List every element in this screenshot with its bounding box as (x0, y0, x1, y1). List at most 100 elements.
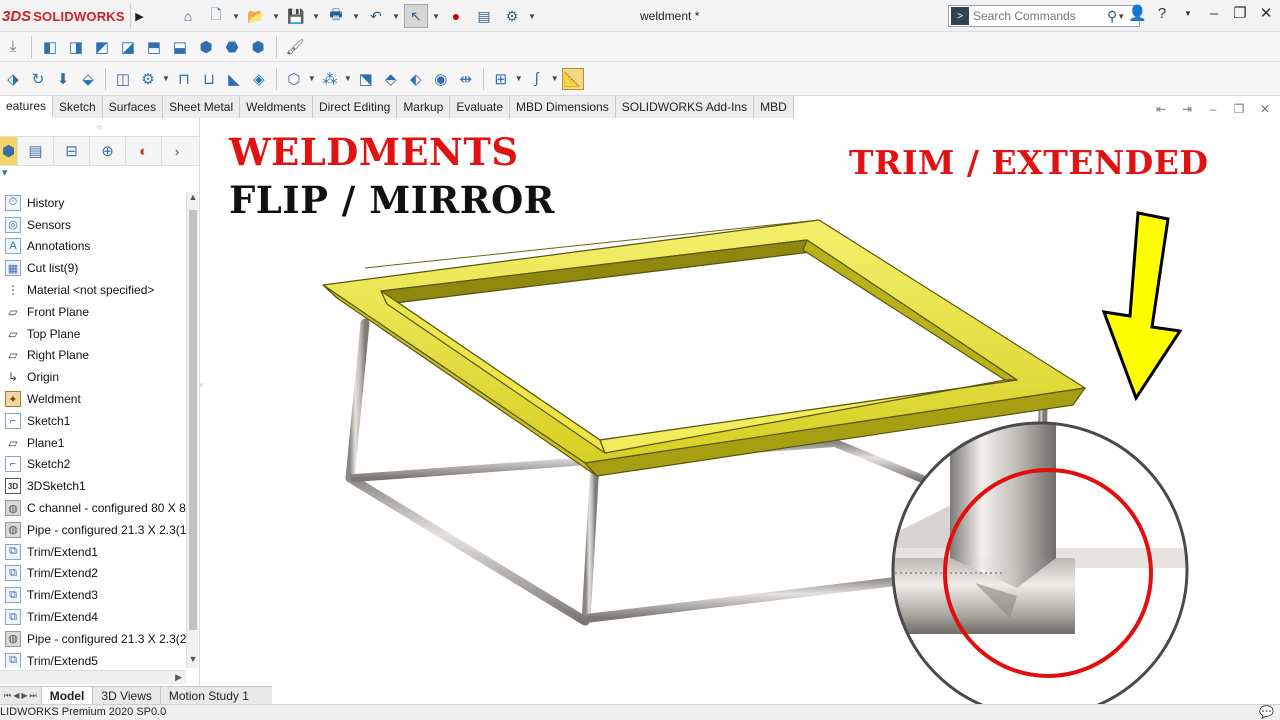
split-line-icon[interactable]: ∫ (526, 68, 548, 90)
measure-ruler-icon[interactable]: 📐 (561, 67, 584, 90)
move-face-icon[interactable]: ⊞ (490, 68, 512, 90)
weld-bead-icon[interactable]: ⬘ (380, 68, 402, 90)
help-icon[interactable]: ? (1154, 5, 1170, 22)
last-tab-arrow-icon[interactable]: ⏭ (30, 691, 37, 701)
feature-tree-item[interactable]: ◎ Sensors (0, 214, 186, 236)
graphics-area[interactable]: WELDMENTS FLIP / MIRROR TRIM / EXTENDED (205, 118, 1280, 704)
open-dropdown-arrow-icon[interactable]: ▼ (272, 12, 280, 21)
restore-icon[interactable]: ❐ (1232, 4, 1248, 22)
status-chat-icon[interactable]: 💬 (1259, 705, 1274, 719)
scroll-right-arrow-icon[interactable]: ▶ (175, 672, 182, 683)
viewport-tile-right-icon[interactable]: ⇥ (1180, 102, 1194, 116)
instant3d-icon[interactable]: ⬔ (355, 68, 377, 90)
feature-tree-item[interactable]: ↳ Origin (0, 366, 186, 388)
curves-icon[interactable]: ⁂ (319, 68, 341, 90)
display-manager-tab-icon[interactable]: ◐ (126, 137, 162, 165)
panel-tabs-next-arrow-icon[interactable]: › (162, 137, 192, 165)
close-icon[interactable]: ✕ (1258, 4, 1274, 22)
feature-tree-item[interactable]: ◍ Pipe - configured 21.3 X 2.3(1) (0, 519, 186, 541)
help-dropdown-arrow-icon[interactable]: ▼ (1180, 9, 1196, 18)
curves-dropdown-arrow-icon[interactable]: ▼ (344, 74, 352, 83)
property-manager-tab-icon[interactable]: ▤ (18, 137, 54, 165)
dimetric-cube-icon[interactable]: ⬢ (247, 36, 269, 58)
save-dropdown-arrow-icon[interactable]: ▼ (312, 12, 320, 21)
view-top-cube-icon[interactable]: ⬒ (143, 36, 165, 58)
gusset-icon[interactable]: ◣ (223, 68, 245, 90)
feature-tree-item[interactable]: ⋮ Material <not specified> (0, 279, 186, 301)
tab-solidworks-add-ins[interactable]: SOLIDWORKS Add-Ins (615, 96, 755, 118)
feature-tree-item[interactable]: ⧉ Trim/Extend5 (0, 650, 186, 668)
extrude-icon[interactable]: ⬗ (2, 68, 24, 90)
home-icon[interactable]: ⌂ (176, 4, 200, 28)
print-icon[interactable]: 🖶 (324, 4, 348, 28)
scrollbar-thumb[interactable] (189, 210, 197, 630)
open-folder-icon[interactable]: 📂 (244, 4, 268, 28)
scroll-down-arrow-icon[interactable]: ▼ (187, 654, 199, 668)
pattern-dropdown-arrow-icon[interactable]: ▼ (162, 74, 170, 83)
feature-tree-item[interactable]: ⏱ History (0, 192, 186, 214)
minimize-icon[interactable]: – (1206, 5, 1222, 22)
view-back-cube-icon[interactable]: ◨ (65, 36, 87, 58)
tab-sketch[interactable]: Sketch (53, 96, 103, 118)
new-dropdown-arrow-icon[interactable]: ▼ (232, 12, 240, 21)
feature-tree-item[interactable]: ▱ Right Plane (0, 345, 186, 367)
pattern-icon[interactable]: ⚙ (137, 68, 159, 90)
tab-features[interactable]: eatures (0, 96, 54, 118)
filter-icon[interactable]: ▾ (0, 166, 199, 184)
feature-tree-item[interactable]: ▱ Plane1 (0, 432, 186, 454)
feature-tree-horizontal-scrollbar[interactable]: ▶ (0, 670, 186, 684)
feature-tree-item[interactable]: ▦ Cut list(9) (0, 257, 186, 279)
view-left-cube-icon[interactable]: ◩ (91, 36, 113, 58)
undo-dropdown-arrow-icon[interactable]: ▼ (392, 12, 400, 21)
new-document-icon[interactable]: 🗋 (204, 4, 228, 28)
tab-markup[interactable]: Markup (397, 96, 451, 118)
view-right-cube-icon[interactable]: ◪ (117, 36, 139, 58)
print-dropdown-arrow-icon[interactable]: ▼ (352, 12, 360, 21)
prev-tab-arrow-icon[interactable]: ◀ (13, 691, 19, 700)
undo-icon[interactable]: ↶ (364, 4, 388, 28)
feature-tree-item[interactable]: ⧉ Trim/Extend1 (0, 541, 186, 563)
reference-geometry-icon[interactable]: ⬡ (283, 68, 305, 90)
tab-sheet-metal[interactable]: Sheet Metal (163, 96, 241, 118)
feature-tree-item[interactable]: ◍ Pipe - configured 21.3 X 2.3(2) (0, 628, 186, 650)
viewport-restore-icon[interactable]: ❐ (1232, 102, 1246, 116)
file-properties-icon[interactable]: ▤ (472, 4, 496, 28)
anchor-arrow-icon[interactable]: ⤓ (2, 36, 24, 58)
sweep-icon[interactable]: ⬇ (52, 68, 74, 90)
tab-mbd-dimensions[interactable]: MBD Dimensions (510, 96, 616, 118)
feature-tree-item[interactable]: ⌐ Sketch2 (0, 454, 186, 476)
tab-evaluate[interactable]: Evaluate (450, 96, 511, 118)
end-cap-icon[interactable]: ◈ (248, 68, 270, 90)
tab-direct-editing[interactable]: Direct Editing (312, 96, 398, 118)
fillet-icon[interactable]: ◫ (112, 68, 134, 90)
reference-dropdown-arrow-icon[interactable]: ▼ (308, 74, 316, 83)
trim-extend-tool-icon[interactable]: ⊔ (198, 68, 220, 90)
tab-mbd[interactable]: MBD (754, 96, 794, 118)
save-icon[interactable]: 💾 (284, 4, 308, 28)
view-bottom-cube-icon[interactable]: ⬓ (169, 36, 191, 58)
mirror-icon[interactable]: ⇹ (455, 68, 477, 90)
viewport-minimize-icon[interactable]: – (1206, 102, 1220, 116)
feature-manager-tab-icon[interactable]: ⬢ (0, 137, 18, 165)
tab-surfaces[interactable]: Surfaces (102, 96, 164, 118)
configuration-manager-tab-icon[interactable]: ⊟ (54, 137, 90, 165)
cut-with-surface-icon[interactable]: ⬖ (405, 68, 427, 90)
options-dropdown-arrow-icon[interactable]: ▼ (528, 12, 536, 21)
tab-navigation-arrows[interactable]: ⏮ ◀ ▶ ⏭ (0, 687, 41, 704)
loft-icon[interactable]: ⬙ (77, 68, 99, 90)
feature-tree-item[interactable]: ▱ Top Plane (0, 323, 186, 345)
tab-motion-study-1[interactable]: Motion Study 1 (159, 687, 257, 704)
search-input[interactable] (973, 9, 1103, 23)
rebuild-traffic-light-icon[interactable]: ● (444, 4, 468, 28)
solidworks-logo[interactable]: 3DS SOLIDWORKS (0, 4, 128, 28)
structural-member-icon[interactable]: ⊓ (173, 68, 195, 90)
feature-tree-item[interactable]: ◍ C channel - configured 80 X 8(1) (0, 497, 186, 519)
trimetric-cube-icon[interactable]: ⬣ (221, 36, 243, 58)
feature-tree-item[interactable]: ⧉ Trim/Extend2 (0, 563, 186, 585)
user-account-icon[interactable]: 👤 (1128, 4, 1147, 22)
revolve-icon[interactable]: ↻ (27, 68, 49, 90)
scroll-up-arrow-icon[interactable]: ▲ (187, 192, 199, 206)
dimxpert-manager-tab-icon[interactable]: ⊕ (90, 137, 126, 165)
feature-tree-item[interactable]: ▱ Front Plane (0, 301, 186, 323)
next-tab-arrow-icon[interactable]: ▶ (21, 691, 27, 700)
